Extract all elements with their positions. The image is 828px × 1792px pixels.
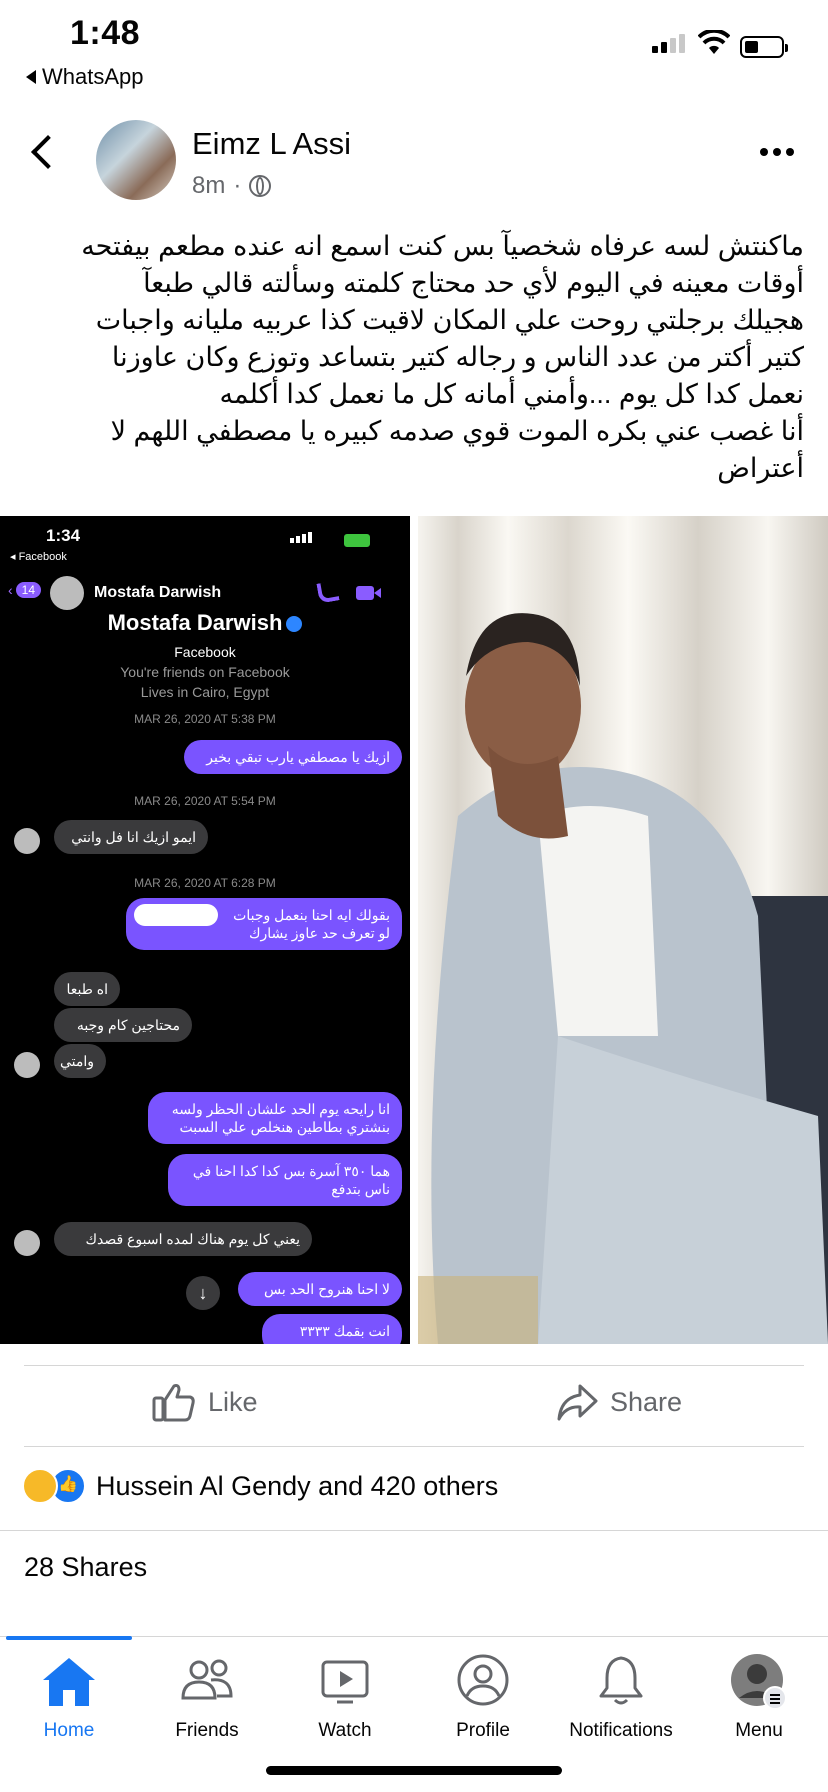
status-time: 1:48 bbox=[70, 14, 141, 52]
shot-friends-line: You're friends on Facebook bbox=[120, 664, 290, 680]
nav-profile-label: Profile bbox=[456, 1720, 510, 1741]
shot-signal-icon bbox=[290, 532, 312, 543]
post-text-line: نعمل كدا كل يوم ...وأمني أمانه كل ما نعم… bbox=[219, 379, 804, 409]
menu-avatar-icon bbox=[731, 1654, 787, 1710]
post-text-line: أوقات معينه في اليوم لأي حد محتاج كلمته … bbox=[143, 268, 804, 298]
post-text-line: هجيلك برجلتي روحت علي المكان لاقيت كذا ع… bbox=[95, 305, 804, 335]
message-bubble-out: لا احنا هنروح الحد بس bbox=[238, 1272, 402, 1306]
message-line: بنشتري بطاطين هنخلص علي السبت bbox=[179, 1119, 390, 1135]
video-call-icon bbox=[356, 586, 381, 600]
post-text-line: أعتراض bbox=[717, 453, 804, 483]
nav-home-label: Home bbox=[43, 1720, 95, 1741]
message-bubble-out: انا رايحه يوم الحد علشان الحظر ولسه بنشت… bbox=[148, 1092, 402, 1144]
sad-reaction-icon bbox=[22, 1468, 58, 1504]
share-label: Share bbox=[610, 1386, 683, 1417]
shot-back-label: ◂ Facebook bbox=[10, 551, 67, 563]
message-bubble-out: ازيك يا مصطفي يارب تبقي بخير bbox=[184, 740, 402, 774]
nav-menu[interactable]: Menu bbox=[690, 1650, 828, 1742]
shot-back-count: 14 bbox=[15, 582, 42, 598]
back-app-label: WhatsApp bbox=[42, 64, 144, 89]
shot-contact-name-text: Mostafa Darwish bbox=[107, 610, 283, 635]
person-figure-icon bbox=[418, 613, 828, 1344]
shot-back-badge: ‹ 14 bbox=[8, 582, 42, 598]
post-text-line: كتير أكتر من عدد الناس و رجاله كتير بتسا… bbox=[111, 342, 804, 372]
post-text-line: أنا غصب عني بكره الموت قوي صدمه كبيره يا… bbox=[110, 416, 804, 446]
nav-notifications[interactable]: Notifications bbox=[552, 1650, 690, 1742]
divider bbox=[0, 1530, 828, 1531]
profile-icon bbox=[457, 1654, 509, 1706]
nav-notifications-label: Notifications bbox=[569, 1720, 673, 1741]
shot-profile-source: Facebook bbox=[174, 644, 236, 660]
message-bubble-in: وامتي bbox=[54, 1044, 106, 1078]
shot-contact-name-large: Mostafa Darwish bbox=[0, 610, 410, 636]
more-options-icon[interactable] bbox=[760, 148, 794, 156]
shot-date: MAR 26, 2020 AT 6:28 PM bbox=[134, 876, 276, 890]
post-time: 8m bbox=[192, 172, 226, 199]
nav-menu-label: Menu bbox=[735, 1720, 783, 1741]
message-bubble-in: اه طبعا bbox=[54, 972, 120, 1006]
bell-icon bbox=[599, 1656, 643, 1705]
divider bbox=[24, 1365, 804, 1366]
shot-battery-icon bbox=[344, 534, 370, 547]
shot-small-avatar bbox=[14, 1230, 40, 1256]
meta-separator: · bbox=[233, 172, 242, 199]
share-button[interactable]: Share bbox=[556, 1382, 682, 1422]
redaction-mark bbox=[134, 904, 218, 926]
home-indicator bbox=[266, 1766, 562, 1775]
shot-date: MAR 26, 2020 AT 5:54 PM bbox=[134, 794, 276, 808]
shot-date: MAR 26, 2020 AT 5:38 PM bbox=[134, 712, 276, 726]
shot-location-line: Lives in Cairo, Egypt bbox=[140, 684, 270, 700]
home-icon bbox=[43, 1658, 95, 1706]
nav-friends-label: Friends bbox=[175, 1720, 239, 1741]
author-avatar[interactable] bbox=[96, 120, 176, 200]
battery-icon bbox=[740, 36, 788, 58]
nav-active-indicator bbox=[6, 1636, 132, 1640]
reactions-summary[interactable]: Hussein Al Gendy and 420 others bbox=[22, 1468, 498, 1504]
divider bbox=[24, 1446, 804, 1447]
message-bubble-in: محتاجين كام وجبه bbox=[54, 1008, 192, 1042]
nav-watch[interactable]: Watch bbox=[276, 1650, 414, 1742]
messenger-screenshot-image[interactable]: 1:34 ◂ Facebook ‹ 14 Mostafa Darwish Most… bbox=[0, 516, 410, 1344]
phone-icon bbox=[316, 580, 340, 604]
message-bubble-in: ايمو ازيك انا فل وانتي bbox=[54, 820, 208, 854]
shot-small-avatar bbox=[14, 1052, 40, 1078]
shot-time: 1:34 bbox=[46, 526, 81, 545]
back-to-app-link[interactable]: WhatsApp bbox=[26, 64, 144, 90]
back-chevron-icon[interactable] bbox=[31, 135, 65, 169]
cellular-signal-icon bbox=[652, 34, 685, 53]
nav-watch-label: Watch bbox=[318, 1720, 372, 1741]
like-button[interactable]: Like bbox=[152, 1382, 258, 1422]
portrait-photo-image[interactable] bbox=[418, 516, 828, 1344]
message-line: انا رايحه يوم الحد علشان الحظر ولسه bbox=[171, 1101, 390, 1117]
shot-small-avatar bbox=[14, 828, 40, 854]
post-text: ماكنتش لسه عرفاه شخصيآ بس كنت اسمع انه ع… bbox=[30, 228, 804, 487]
arrow-down-icon: ↓ bbox=[186, 1276, 220, 1310]
author-name[interactable]: Eimz L Assi bbox=[192, 126, 351, 162]
message-bubble-out: انت بقمك ٣٣٣٣ bbox=[262, 1314, 402, 1344]
friends-icon bbox=[181, 1659, 233, 1700]
back-triangle-icon bbox=[26, 70, 36, 84]
message-bubble-out: هما ٣٥٠ آسرة بس كدا كدا احنا في ناس بتدف… bbox=[168, 1154, 402, 1206]
shot-contact-name-small: Mostafa Darwish bbox=[94, 584, 222, 601]
nav-profile[interactable]: Profile bbox=[414, 1650, 552, 1742]
like-label: Like bbox=[208, 1386, 258, 1417]
post-meta: 8m · bbox=[192, 172, 272, 200]
globe-icon bbox=[249, 175, 272, 197]
nav-friends[interactable]: Friends bbox=[138, 1650, 276, 1742]
verified-badge-icon bbox=[286, 616, 303, 633]
message-line: هما ٣٥٠ آسرة بس كدا كدا احنا في bbox=[192, 1163, 390, 1179]
message-line: لو تعرف حد عاوز يشارك bbox=[248, 925, 390, 941]
message-line: ناس بتدفع bbox=[331, 1181, 390, 1197]
wifi-icon bbox=[698, 30, 730, 54]
watch-icon bbox=[321, 1660, 369, 1704]
post-text-line: ماكنتش لسه عرفاه شخصيآ بس كنت اسمع انه ع… bbox=[81, 231, 804, 261]
reactions-text: Hussein Al Gendy and 420 others bbox=[96, 1470, 499, 1501]
shares-count[interactable]: 28 Shares bbox=[24, 1552, 147, 1583]
shot-contact-avatar bbox=[50, 576, 84, 610]
thumbs-up-icon bbox=[152, 1384, 195, 1422]
share-arrow-icon bbox=[557, 1384, 598, 1421]
message-bubble-in: يعني كل يوم هناك لمده اسبوع قصدك bbox=[54, 1222, 312, 1256]
nav-home[interactable]: Home bbox=[0, 1650, 138, 1742]
